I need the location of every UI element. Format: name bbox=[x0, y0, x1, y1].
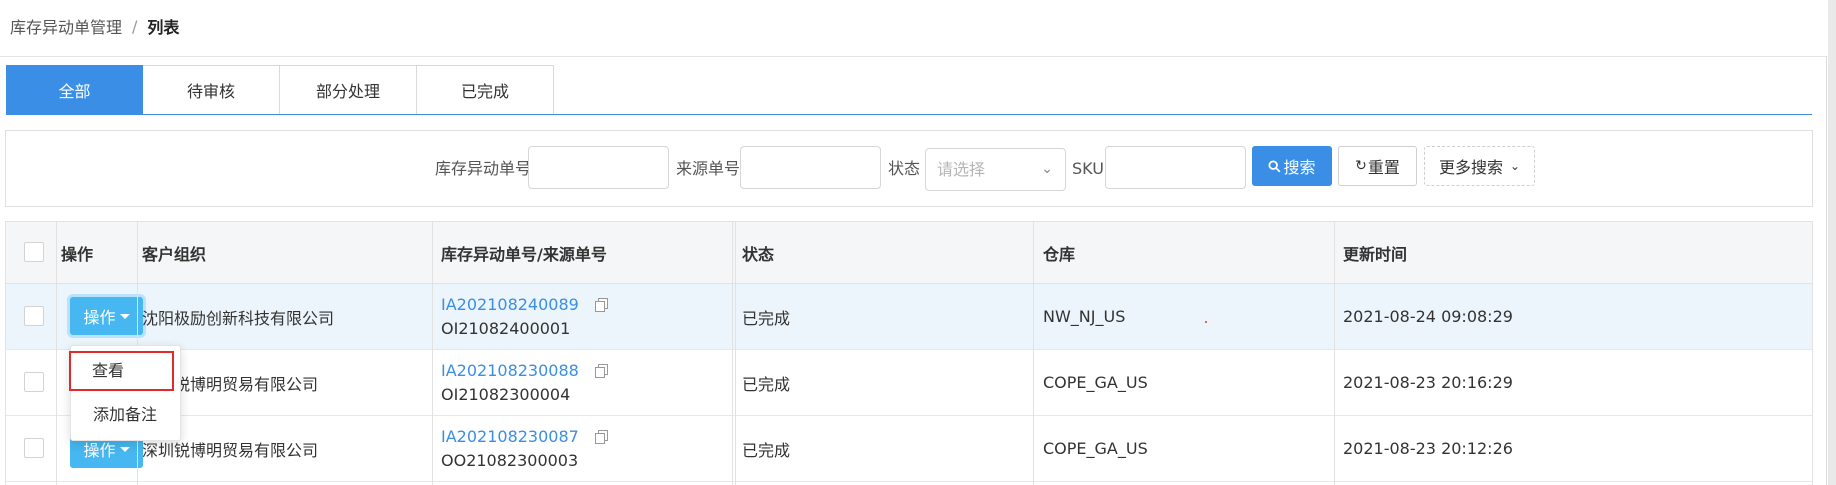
movement-no-input[interactable] bbox=[528, 146, 669, 189]
row-checkbox[interactable] bbox=[24, 438, 44, 458]
column-divider bbox=[1334, 222, 1335, 485]
reset-button-label: 重置 bbox=[1367, 158, 1400, 177]
header-customer: 客户组织 bbox=[142, 244, 207, 264]
more-search-button[interactable]: 更多搜索 ⌄ bbox=[1424, 146, 1535, 186]
status-cell: 已完成 bbox=[742, 440, 791, 460]
caret-down-icon bbox=[119, 313, 130, 319]
source-no: OI21082300004 bbox=[441, 384, 571, 404]
source-no-label: 来源单号 bbox=[676, 159, 741, 178]
column-divider bbox=[432, 222, 433, 485]
warehouse-cell: NW_NJ_US bbox=[1043, 307, 1126, 326]
status-label: 状态 bbox=[888, 159, 921, 178]
order-no-cell: IA202108230088 OI21082300004 bbox=[441, 350, 609, 415]
customer-cell: 沈阳极励创新科技有限公司 bbox=[142, 308, 335, 328]
reset-button[interactable]: ↻ 重置 bbox=[1338, 146, 1417, 186]
movement-order-table: 操作 客户组织 库存异动单号/来源单号 状态 仓库 更新时间 操作 沈阳极励创新… bbox=[5, 221, 1813, 485]
header-updated-time: 更新时间 bbox=[1343, 244, 1408, 264]
table-row[interactable]: 操作 沈阳极励创新科技有限公司 IA202108240089 OI2108240… bbox=[6, 284, 1812, 350]
tab-pending-review[interactable]: 待审核 bbox=[143, 65, 280, 115]
order-no-cell: IA202108240089 OI21082400001 bbox=[441, 284, 609, 349]
updated-time-cell: 2021-08-23 20:16:29 bbox=[1343, 373, 1513, 392]
chevron-down-icon: ⌄ bbox=[1041, 161, 1053, 177]
tab-completed[interactable]: 已完成 bbox=[417, 65, 554, 115]
chevron-down-icon: ⌄ bbox=[1509, 159, 1521, 173]
updated-time-cell: 2021-08-23 20:12:26 bbox=[1343, 439, 1513, 458]
page-scrollbar[interactable] bbox=[1828, 0, 1836, 485]
column-divider bbox=[735, 222, 736, 485]
table-row[interactable]: 操作 深圳锐博明贸易有限公司 IA202108230087 OO21082300… bbox=[6, 416, 1812, 482]
search-button-label: 搜索 bbox=[1283, 158, 1316, 177]
breadcrumb-parent[interactable]: 库存异动单管理 bbox=[10, 14, 122, 38]
operation-button[interactable]: 操作 bbox=[70, 297, 143, 335]
breadcrumb-current: 列表 bbox=[147, 18, 180, 37]
source-no-input[interactable] bbox=[740, 146, 881, 189]
menu-item-view[interactable]: 查看 bbox=[69, 351, 174, 391]
copy-icon[interactable] bbox=[594, 429, 609, 444]
status-select-placeholder: 请选择 bbox=[937, 160, 986, 179]
breadcrumb-separator: / bbox=[132, 16, 138, 36]
table-header: 操作 客户组织 库存异动单号/来源单号 状态 仓库 更新时间 bbox=[6, 222, 1812, 284]
caret-down-icon bbox=[119, 446, 130, 452]
sku-label: SKU bbox=[1072, 159, 1104, 178]
filter-panel: 库存异动单号 来源单号 状态 请选择 ⌄ SKU 搜索 ↻ 重置 更多搜索 ⌄ bbox=[5, 130, 1813, 207]
movement-no-link[interactable]: IA202108240089 bbox=[441, 293, 579, 317]
menu-item-add-note[interactable]: 添加备注 bbox=[71, 395, 182, 435]
refresh-icon: ↻ bbox=[1355, 158, 1367, 174]
stray-dot bbox=[1205, 321, 1207, 323]
header-order-no: 库存异动单号/来源单号 bbox=[441, 244, 607, 264]
column-divider bbox=[732, 222, 733, 485]
header-warehouse: 仓库 bbox=[1043, 244, 1076, 264]
more-search-label: 更多搜索 bbox=[1438, 158, 1503, 177]
movement-no-link[interactable]: IA202108230087 bbox=[441, 425, 579, 449]
row-checkbox[interactable] bbox=[24, 306, 44, 326]
row-checkbox[interactable] bbox=[24, 372, 44, 392]
breadcrumb: 库存异动单管理 / 列表 bbox=[10, 14, 179, 38]
select-all-checkbox[interactable] bbox=[24, 242, 44, 262]
column-divider bbox=[56, 222, 57, 485]
warehouse-cell: COPE_GA_US bbox=[1043, 439, 1148, 458]
tab-all[interactable]: 全部 bbox=[6, 65, 143, 115]
header-operation: 操作 bbox=[61, 244, 94, 264]
copy-icon[interactable] bbox=[594, 297, 609, 312]
movement-no-label: 库存异动单号 bbox=[435, 159, 532, 178]
status-cell: 已完成 bbox=[742, 308, 791, 328]
order-no-cell: IA202108230087 OO21082300003 bbox=[441, 416, 609, 481]
search-button[interactable]: 搜索 bbox=[1252, 146, 1332, 186]
copy-icon[interactable] bbox=[594, 363, 609, 378]
tab-partially-processed[interactable]: 部分处理 bbox=[280, 65, 417, 115]
operation-button-label: 操作 bbox=[83, 308, 116, 327]
header-divider bbox=[0, 56, 1826, 57]
tab-underline bbox=[6, 114, 1812, 115]
status-select[interactable]: 请选择 ⌄ bbox=[925, 148, 1066, 191]
movement-no-link[interactable]: IA202108230088 bbox=[441, 359, 579, 383]
sku-input[interactable] bbox=[1105, 146, 1246, 189]
updated-time-cell: 2021-08-24 09:08:29 bbox=[1343, 307, 1513, 326]
source-no: OI21082400001 bbox=[441, 318, 571, 338]
column-divider bbox=[1033, 222, 1034, 485]
scrollbar-rail bbox=[1826, 56, 1827, 485]
status-tabs: 全部 待审核 部分处理 已完成 bbox=[6, 65, 554, 115]
source-no: OO21082300003 bbox=[441, 450, 579, 470]
table-row[interactable]: 深圳锐博明贸易有限公司 IA202108230088 OI21082300004… bbox=[6, 350, 1812, 416]
operation-dropdown-menu: 查看 添加备注 bbox=[69, 345, 182, 441]
status-cell: 已完成 bbox=[742, 374, 791, 394]
warehouse-cell: COPE_GA_US bbox=[1043, 373, 1148, 392]
header-status: 状态 bbox=[742, 244, 775, 264]
search-icon bbox=[1268, 159, 1281, 172]
